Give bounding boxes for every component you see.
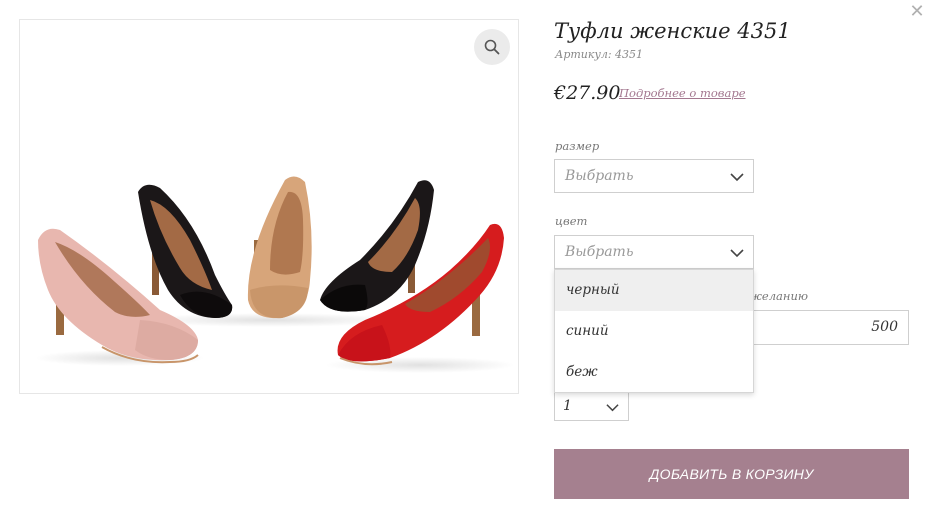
quantity-value: 1 <box>563 398 572 414</box>
quantity-select[interactable]: 1 <box>554 392 629 421</box>
size-select[interactable]: Выбрать <box>554 159 754 193</box>
black-shoe-left <box>138 184 233 318</box>
color-option-black[interactable]: черный <box>555 270 753 311</box>
close-icon[interactable]: ✕ <box>906 1 928 23</box>
zoom-icon <box>484 39 500 55</box>
color-select[interactable]: Выбрать <box>554 235 754 269</box>
zoom-button[interactable] <box>474 29 510 65</box>
color-label: цвет <box>555 214 588 228</box>
black-shoe-right <box>320 180 434 312</box>
color-dropdown-menu: черный синий беж <box>554 269 754 393</box>
color-select-value: Выбрать <box>565 244 634 260</box>
product-price: €27.90 <box>554 82 621 104</box>
product-quick-view: ✕ Туфли женские 4351 Артикул: 4351 €27.9… <box>0 0 928 513</box>
color-option-blue[interactable]: синий <box>555 311 753 352</box>
chevron-down-icon <box>730 173 744 182</box>
chevron-down-icon <box>730 249 744 258</box>
product-title: Туфли женские 4351 <box>554 19 791 43</box>
product-image[interactable] <box>20 20 519 394</box>
amount-input[interactable]: 500 <box>744 310 909 345</box>
color-option-beige[interactable]: беж <box>555 352 753 393</box>
beige-shoe <box>247 176 312 319</box>
product-details-link[interactable]: Подробнее о товаре <box>619 86 746 100</box>
add-to-cart-button[interactable]: ДОБАВИТЬ В КОРЗИНУ <box>554 449 909 499</box>
size-select-value: Выбрать <box>565 168 634 184</box>
chevron-down-icon <box>606 404 619 412</box>
product-image-frame <box>19 19 519 394</box>
size-label: размер <box>555 139 600 153</box>
product-sku: Артикул: 4351 <box>555 48 644 61</box>
